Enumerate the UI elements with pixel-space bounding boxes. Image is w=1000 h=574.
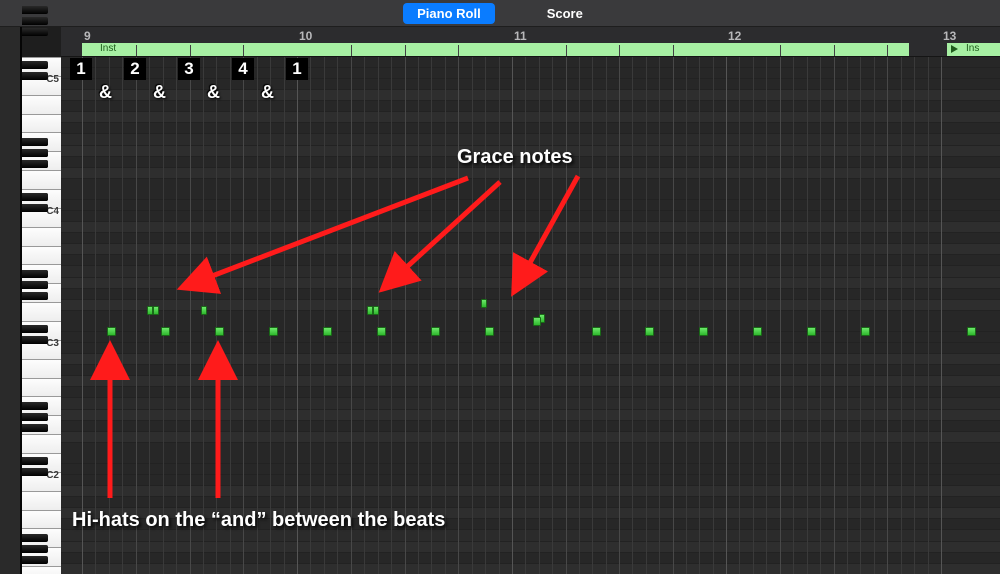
black-key[interactable] [22, 457, 48, 465]
midi-note[interactable] [161, 327, 170, 336]
black-key[interactable] [22, 413, 48, 421]
count-box: 4 [232, 58, 254, 80]
count-box: 3 [178, 58, 200, 80]
white-key[interactable] [22, 170, 61, 189]
black-key[interactable] [22, 270, 48, 278]
white-key[interactable] [22, 246, 61, 265]
white-key[interactable] [22, 378, 61, 397]
octave-label: C2 [46, 470, 59, 489]
black-key[interactable] [22, 149, 48, 157]
play-icon [951, 45, 958, 53]
white-key[interactable] [22, 566, 61, 574]
midi-note[interactable] [699, 327, 708, 336]
black-key[interactable] [22, 292, 48, 300]
tab-piano-roll[interactable]: Piano Roll [403, 3, 495, 24]
ruler-bar-number: 10 [299, 29, 312, 43]
black-key[interactable] [22, 468, 48, 476]
black-key[interactable] [22, 281, 48, 289]
black-key[interactable] [22, 17, 48, 25]
midi-note[interactable] [861, 327, 870, 336]
white-key[interactable] [22, 510, 61, 529]
white-key[interactable] [22, 227, 61, 246]
ruler-bar-number: 12 [728, 29, 741, 43]
timeline-ruler[interactable]: Inst Ins 9 10 11 12 13 [61, 27, 1000, 57]
black-key[interactable] [22, 534, 48, 542]
midi-note[interactable] [485, 327, 494, 336]
black-key[interactable] [22, 545, 48, 553]
midi-note[interactable] [107, 327, 116, 336]
octave-label: C3 [46, 338, 59, 357]
black-key[interactable] [22, 193, 48, 201]
and-label: & [99, 82, 112, 103]
white-key[interactable] [22, 95, 61, 114]
midi-note[interactable] [215, 327, 224, 336]
count-box: 2 [124, 58, 146, 80]
gutter [0, 27, 22, 574]
midi-note[interactable] [269, 327, 278, 336]
midi-note[interactable] [377, 327, 386, 336]
midi-note[interactable] [431, 327, 440, 336]
midi-note[interactable] [481, 299, 487, 308]
midi-region-label: Ins [963, 43, 993, 54]
count-box: 1 [286, 58, 308, 80]
and-label: & [207, 82, 220, 103]
midi-note[interactable] [533, 317, 541, 326]
black-key[interactable] [22, 556, 48, 564]
octave-label: C5 [46, 74, 59, 93]
white-key[interactable] [22, 114, 61, 133]
black-key[interactable] [22, 424, 48, 432]
black-key[interactable] [22, 160, 48, 168]
black-key[interactable] [22, 61, 48, 69]
black-key[interactable] [22, 402, 48, 410]
view-switch-bar: Piano Roll Score [0, 0, 1000, 26]
black-key[interactable] [22, 72, 48, 80]
black-key[interactable] [22, 28, 48, 36]
black-key[interactable] [22, 336, 48, 344]
and-label: & [153, 82, 166, 103]
ruler-bar-number: 9 [84, 29, 91, 43]
midi-note[interactable] [753, 327, 762, 336]
midi-note[interactable] [592, 327, 601, 336]
and-label: & [261, 82, 274, 103]
black-key[interactable] [22, 6, 48, 14]
white-key[interactable] [22, 302, 61, 321]
annotation-hihats: Hi-hats on the “and” between the beats [72, 509, 445, 532]
count-box: 1 [70, 58, 92, 80]
black-key[interactable] [22, 138, 48, 146]
annotation-grace-notes: Grace notes [457, 146, 573, 169]
midi-region[interactable] [82, 43, 909, 56]
octave-label: C4 [46, 206, 59, 225]
piano-keyboard[interactable]: C5 C4 C3 C2 [22, 57, 61, 574]
midi-note[interactable] [807, 327, 816, 336]
note-grid[interactable] [61, 57, 1000, 574]
white-key[interactable] [22, 359, 61, 378]
white-key[interactable] [22, 434, 61, 453]
midi-note[interactable] [323, 327, 332, 336]
black-key[interactable] [22, 204, 48, 212]
midi-region-label: Inst [97, 43, 127, 54]
midi-note[interactable] [153, 306, 159, 315]
white-key[interactable] [22, 491, 61, 510]
midi-note[interactable] [201, 306, 207, 315]
ruler-bar-number: 11 [514, 29, 527, 43]
midi-note[interactable] [645, 327, 654, 336]
black-key[interactable] [22, 325, 48, 333]
ruler-bar-number: 13 [943, 29, 956, 43]
midi-note[interactable] [373, 306, 379, 315]
midi-note[interactable] [967, 327, 976, 336]
tab-score[interactable]: Score [533, 3, 597, 24]
